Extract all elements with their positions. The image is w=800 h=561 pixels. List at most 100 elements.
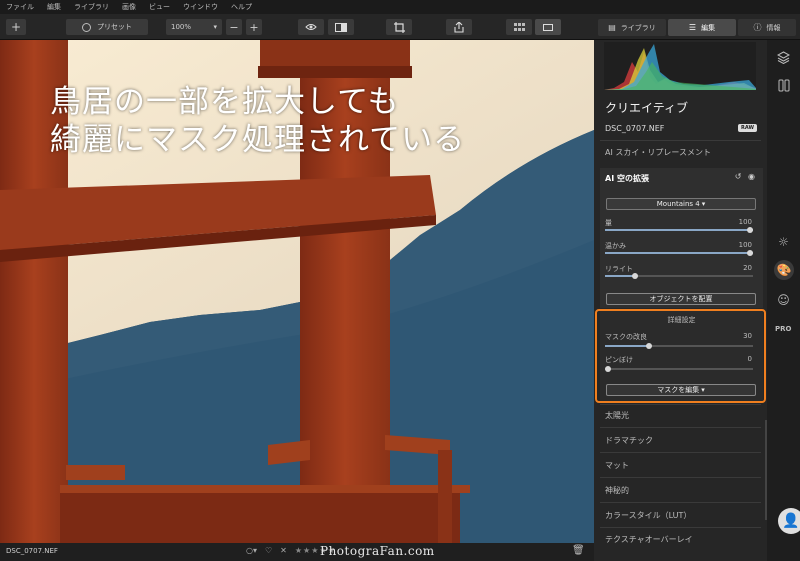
tab-library[interactable]: ▤ ライブラリ [598,19,666,36]
menu-file[interactable]: ファイル [6,2,34,12]
reject-icon[interactable]: ✕ [280,546,287,555]
sky-preset-select[interactable]: Mountains 4 ▾ [606,198,756,210]
heart-icon[interactable]: ♡ [265,546,272,555]
color-label-icon[interactable]: ○▾ [246,546,257,555]
slider-knob[interactable] [631,273,638,279]
preset-icon [82,22,91,32]
divider [600,140,761,141]
slider-fill [605,275,635,277]
watermark: PhotograFan.com [320,544,435,558]
slider-amount-label: 量 [605,219,612,227]
file-row: DSC_0707.NEF RAW [605,124,757,133]
highlight-box [595,309,766,403]
slider-warmth-value: 100 [738,241,752,249]
tool-sky-replacement[interactable]: AI スカイ・リプレースメント [605,147,711,158]
crop-icon [393,21,405,33]
tool-mystical[interactable]: 神秘的 [605,485,629,496]
compare-button[interactable] [328,19,354,35]
slider-fill [605,229,753,231]
sun-icon[interactable]: ☼ [776,234,791,249]
edit-panel: クリエイティブ DSC_0707.NEF RAW AI スカイ・リプレースメント… [594,40,767,561]
tool-matte[interactable]: マット [605,460,629,471]
sky-extension-panel: AI 空の拡張 ↺ ◉ Mountains 4 ▾ 量 100 温かみ 100 … [600,168,763,308]
tab-edit[interactable]: ☰ 編集 [668,19,736,36]
caption-line-2: 綺麗にマスク処理されている [50,122,466,158]
tool-sunrays[interactable]: 太陽光 [605,410,629,421]
face-icon[interactable]: ☺ [776,292,791,307]
zoom-out-button[interactable]: − [226,19,242,35]
toolbar: + プリセット 100% ▾ − + ▤ ライブラリ ☰ 編集 ⓘ 情報 [0,14,800,40]
presets-icon[interactable] [776,78,791,93]
sky-extension-controls: ↺ ◉ [735,172,755,181]
trash-icon[interactable]: 🗑 [572,545,585,556]
pro-icon[interactable]: PRO [775,325,791,333]
menu-window[interactable]: ウインドウ [183,2,218,12]
zoom-value: 100% [171,23,192,31]
slider-relight-track[interactable] [605,273,753,279]
compare-icon [335,22,347,32]
divider [600,477,761,478]
caption-line-1: 鳥居の一部を拡大しても [50,84,400,120]
zoom-in-button[interactable]: + [246,19,262,35]
crop-button[interactable] [386,19,412,35]
palette-icon[interactable]: 🎨 [774,260,794,280]
eye-icon [305,24,317,30]
menu-library[interactable]: ライブラリ [74,2,109,12]
share-icon [454,21,464,33]
slider-amount-track[interactable] [605,227,753,233]
export-button[interactable] [446,19,472,35]
menu-bar: ファイル 編集 ライブラリ 画像 ビュー ウインドウ ヘルプ [0,0,800,14]
tab-info-label: 情報 [766,23,781,32]
divider [600,452,761,453]
panel-filename: DSC_0707.NEF [605,124,665,133]
tool-dramatic[interactable]: ドラマチック [605,435,653,446]
sliders-icon: ☰ [688,23,697,32]
preview-toggle-button[interactable] [298,19,324,35]
sky-preset-value: Mountains 4 [656,200,700,208]
divider [600,527,761,528]
menu-help[interactable]: ヘルプ [231,2,252,12]
slider-relight-label: リライト [605,265,633,273]
grid-icon [513,23,525,31]
footer-filename: DSC_0707.NEF [6,547,58,555]
histogram [604,42,756,90]
chevron-down-icon: ▾ [213,23,217,31]
place-object-button[interactable]: オブジェクトを配置 [606,293,756,305]
eye-icon[interactable]: ◉ [748,172,755,181]
menu-view[interactable]: ビュー [149,2,170,12]
info-icon: ⓘ [753,23,762,32]
chevron-down-icon: ▾ [701,200,706,208]
tool-texture-overlay[interactable]: テクスチャオーバーレイ [605,534,693,545]
tab-edit-label: 編集 [701,23,716,32]
section-title: クリエイティブ [605,101,689,115]
user-avatar-icon[interactable]: 👤 [778,508,800,534]
slider-warmth-track[interactable] [605,250,753,256]
grid-view-button[interactable] [506,19,532,35]
preset-button[interactable]: プリセット [66,19,148,35]
library-icon: ▤ [608,23,616,32]
slider-relight-value: 20 [743,264,752,272]
menu-image[interactable]: 画像 [122,2,136,12]
reset-icon[interactable]: ↺ [735,172,742,181]
filmstrip-bar: DSC_0707.NEF ○▾ ♡ ✕ ★★★★★ PhotograFan.co… [0,543,594,561]
layers-icon[interactable] [776,50,791,65]
tool-color-style-lut[interactable]: カラースタイル（LUT） [605,510,691,521]
add-button[interactable]: + [6,19,26,35]
slider-warmth-label: 温かみ [605,242,626,250]
single-view-icon [543,23,553,31]
zoom-select[interactable]: 100% ▾ [166,19,222,35]
tab-library-label: ライブラリ [620,23,656,32]
menu-edit[interactable]: 編集 [47,2,61,12]
photo-canvas[interactable]: 鳥居の一部を拡大しても 綺麗にマスク処理されている [0,40,594,543]
divider [600,404,761,405]
single-view-button[interactable] [535,19,561,35]
divider [600,502,761,503]
slider-knob[interactable] [747,250,753,256]
tool-category-strip: ☼ 🎨 ☺ PRO 👤 [767,40,800,561]
slider-amount-value: 100 [738,218,752,226]
preset-label: プリセット [97,23,132,31]
slider-fill [605,252,753,254]
slider-knob[interactable] [747,227,753,233]
tab-info[interactable]: ⓘ 情報 [738,19,796,36]
raw-badge: RAW [737,124,757,132]
